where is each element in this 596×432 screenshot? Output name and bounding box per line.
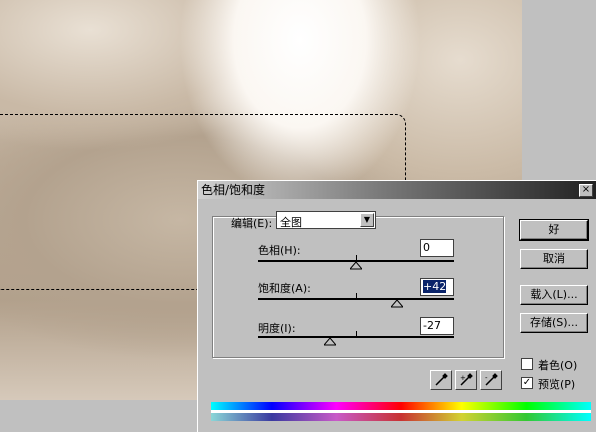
output-hue-bar [211, 413, 591, 421]
eyedropper-minus-icon[interactable]: - [480, 370, 502, 390]
colorize-checkbox[interactable] [521, 358, 533, 370]
ok-button[interactable]: 好 [519, 219, 589, 241]
workspace-background [522, 0, 596, 180]
lightness-label: 明度(I): [258, 322, 296, 335]
edit-dropdown-value: 全图 [280, 216, 302, 229]
eyedropper-plus-icon[interactable]: + [455, 370, 477, 390]
colorize-label: 着色(O) [538, 359, 578, 372]
edit-label: 编辑(E): [231, 217, 273, 230]
svg-text:+: + [460, 374, 466, 382]
lightness-slider-track[interactable] [258, 336, 454, 338]
saturation-label: 饱和度(A): [258, 282, 311, 295]
saturation-slider-track[interactable] [258, 298, 454, 300]
hue-slider-center-tick [356, 255, 357, 260]
lightness-input[interactable]: -27 [420, 317, 454, 335]
save-button[interactable]: 存储(S)... [520, 313, 588, 333]
edit-dropdown[interactable]: 全图 ▼ [276, 211, 376, 229]
chevron-down-icon[interactable]: ▼ [360, 213, 374, 227]
dialog-titlebar[interactable]: 色相/饱和度 × [198, 181, 596, 199]
saturation-input[interactable]: +42 [420, 278, 454, 296]
close-button[interactable]: × [579, 184, 593, 197]
hue-saturation-dialog: 色相/饱和度 × 编辑(E): 全图 ▼ 色相(H): 0 饱和度(A): +4… [197, 180, 596, 432]
hue-label: 色相(H): [258, 244, 301, 257]
preview-label: 预览(P) [538, 378, 576, 391]
cancel-button[interactable]: 取消 [520, 249, 588, 269]
eyedropper-icon[interactable] [430, 370, 452, 390]
svg-text:-: - [485, 374, 488, 382]
dialog-title: 色相/饱和度 [201, 183, 266, 197]
preview-checkbox[interactable]: ✓ [521, 377, 533, 389]
hue-input[interactable]: 0 [420, 239, 454, 257]
load-button[interactable]: 载入(L)... [520, 285, 588, 305]
saturation-slider-center-tick [356, 293, 357, 298]
lightness-slider-center-tick [356, 331, 357, 336]
input-hue-bar [211, 402, 591, 410]
